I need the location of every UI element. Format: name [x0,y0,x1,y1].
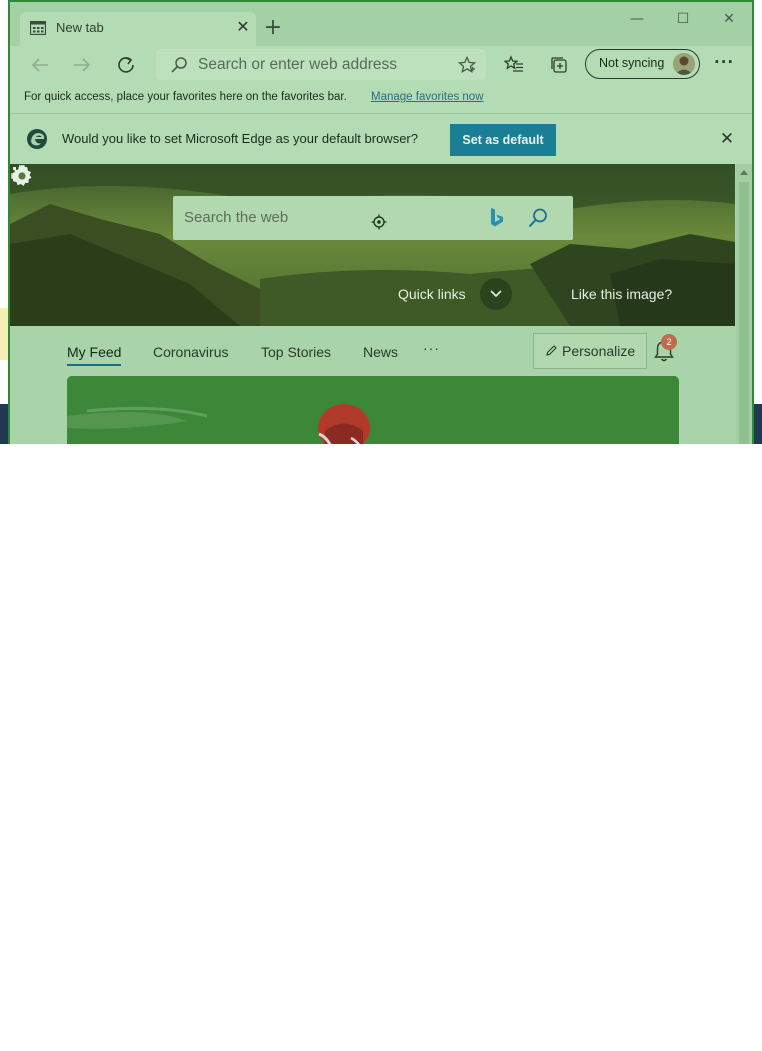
forward-arrow-icon[interactable] [70,54,94,76]
feed-tab-coronavirus[interactable]: Coronavirus [153,344,228,360]
news-feed: My Feed Coronavirus Top Stories News ···… [10,326,736,444]
manage-favorites-link[interactable]: Manage favorites now [371,91,484,103]
avatar [673,53,695,75]
feed-tab-news[interactable]: News [363,344,398,360]
notification-count-badge: 2 [661,334,677,350]
edge-logo-icon [27,129,47,149]
favorites-icon[interactable] [504,55,524,75]
window-close-button[interactable]: ✕ [715,8,743,30]
taskbar-edge-right [754,404,762,444]
web-search-box[interactable]: Search the web [173,196,573,240]
expand-arrows-icon[interactable] [10,164,26,180]
feed-news-card[interactable] [67,376,679,444]
personalize-button[interactable]: Personalize [533,333,647,369]
minimize-button[interactable]: — [623,8,651,30]
add-favorite-star-icon[interactable] [458,56,476,74]
web-search-placeholder: Search the web [184,209,289,226]
address-placeholder: Search or enter web address [198,56,398,73]
feed-more-tabs-icon[interactable]: ··· [423,340,440,356]
screen: New tab ✕ + — ☐ ✕ Search or enter web ad… [0,0,762,1051]
quick-links-label[interactable]: Quick links [398,286,466,302]
favorites-bar-message: For quick access, place your favorites h… [24,91,347,103]
pencil-icon [546,345,557,356]
settings-more-icon[interactable]: ··· [714,53,734,71]
new-tab-page-icon [30,21,46,35]
infobar-close-icon[interactable]: ✕ [718,130,736,148]
address-bar[interactable]: Search or enter web address [156,49,486,80]
feed-tab-top-stories[interactable]: Top Stories [261,344,331,360]
page-scrollbar[interactable] [736,164,752,444]
search-submit-icon[interactable] [527,207,549,229]
collections-icon[interactable] [549,55,569,75]
new-tab-hero: Search the web Quick links Like this ima… [10,164,735,326]
search-icon [171,57,187,73]
maximize-button[interactable]: ☐ [669,8,697,30]
quick-links-toggle-button[interactable] [480,278,512,310]
like-this-image-link[interactable]: Like this image? [571,286,672,302]
chevron-down-icon [490,290,502,298]
sync-status-label: Not syncing [599,56,665,70]
feed-tab-my-feed[interactable]: My Feed [67,344,121,360]
default-browser-message: Would you like to set Microsoft Edge as … [62,131,418,146]
tab-new-tab[interactable]: New tab ✕ [20,12,256,46]
tab-close-icon[interactable]: ✕ [234,18,252,36]
title-bar: New tab ✕ + — ☐ ✕ [10,2,752,46]
refresh-icon[interactable] [114,54,138,76]
personalize-label: Personalize [562,343,636,359]
favorites-bar: For quick access, place your favorites h… [10,84,752,114]
active-tab-indicator [67,364,121,366]
cursor-target-icon [371,214,387,230]
news-card-image [67,376,679,444]
scrollbar-thumb[interactable] [739,182,749,444]
scroll-up-arrow-icon[interactable] [740,169,748,175]
back-arrow-icon[interactable] [28,54,52,76]
profile-sync-button[interactable]: Not syncing [585,49,700,79]
default-browser-infobar: Would you like to set Microsoft Edge as … [10,114,752,164]
set-as-default-button[interactable]: Set as default [450,124,556,156]
navigation-toolbar: Search or enter web address Not syncing [10,46,752,84]
bing-logo-icon[interactable] [489,207,505,229]
edge-browser-window: New tab ✕ + — ☐ ✕ Search or enter web ad… [8,0,754,444]
new-tab-button[interactable]: + [262,17,284,40]
tab-title: New tab [56,20,104,35]
